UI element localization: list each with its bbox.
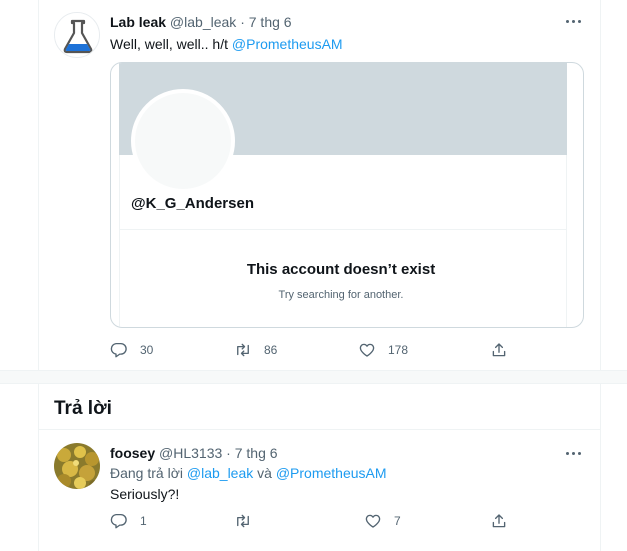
more-icon[interactable] (563, 446, 583, 460)
mention-link[interactable]: @lab_leak (187, 465, 253, 481)
retweet-icon (237, 514, 249, 528)
mention-link[interactable]: @PrometheusAM (276, 465, 387, 481)
reply-count: 1 (140, 514, 147, 528)
author-name[interactable]: foosey (110, 445, 155, 461)
like-button[interactable]: 7 (364, 512, 401, 530)
retweet-button[interactable] (234, 512, 264, 530)
like-count: 7 (394, 514, 401, 528)
separator-dot: · (226, 445, 231, 461)
user-avatar-image (54, 443, 100, 489)
share-button[interactable] (490, 512, 508, 530)
reply-icon (110, 513, 127, 529)
replying-and: và (257, 465, 272, 481)
replying-to: Đang trả lời @lab_leak và @PrometheusAM (110, 465, 387, 481)
reply-button[interactable]: 1 (110, 512, 147, 530)
reply-text: Seriously?! (110, 486, 180, 502)
reply-date[interactable]: 7 thg 6 (235, 445, 278, 461)
author-handle[interactable]: @HL3133 (159, 445, 222, 461)
reply-tweet[interactable]: foosey @HL3133 · 7 thg 6 Đang trả lời @l… (38, 0, 601, 551)
avatar[interactable] (54, 443, 100, 489)
reply-header: foosey @HL3133 · 7 thg 6 (110, 445, 278, 461)
heart-icon (365, 514, 381, 528)
share-icon (492, 514, 506, 528)
replying-prefix: Đang trả lời (110, 465, 183, 481)
reply-actions: 1 7 (110, 512, 510, 532)
